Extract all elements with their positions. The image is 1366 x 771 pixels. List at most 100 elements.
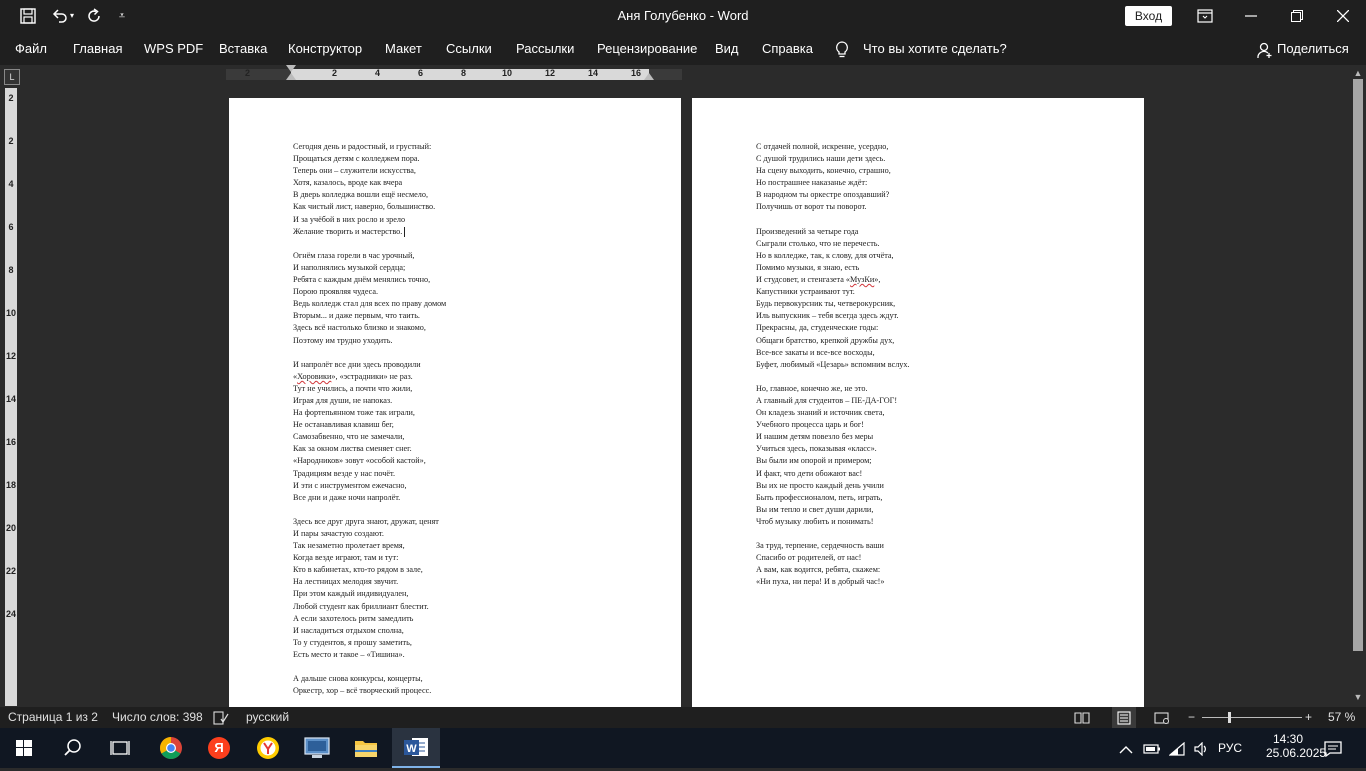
document-line: И наполнялись музыкой сердца; <box>293 262 406 272</box>
document-line: Он кладезь знаний и источник света, <box>756 408 885 418</box>
proofing-icon[interactable] <box>213 707 229 728</box>
yandex-icon[interactable]: Я <box>199 732 239 764</box>
undo-dropdown-icon[interactable]: ▾ <box>66 6 78 26</box>
signin-button[interactable]: Вход <box>1125 6 1172 26</box>
document-line: И напролёт все дни здесь проводили <box>293 359 421 369</box>
document-line: Традициям везде у нас почёт. <box>293 468 396 478</box>
zoom-out-icon[interactable]: − <box>1188 707 1195 728</box>
notifications-icon[interactable] <box>1324 728 1342 768</box>
input-language[interactable]: РУС <box>1218 728 1242 768</box>
right-indent-marker[interactable] <box>644 73 654 80</box>
vertical-ruler[interactable]: 2 2 4 6 8 10 12 14 16 18 20 22 24 <box>5 88 17 706</box>
windows-start-icon[interactable] <box>4 732 44 764</box>
save-icon[interactable] <box>18 6 38 26</box>
document-line: В дверь колледжа вошли ещё несмело, <box>293 190 428 200</box>
document-line: И эти с инструментом ежечасно, <box>293 480 407 490</box>
page-2-text[interactable]: С отдачей полной, искренне, усердно, С ду… <box>756 141 910 588</box>
scrollbar-thumb[interactable] <box>1353 79 1363 651</box>
task-view-icon[interactable] <box>100 732 140 764</box>
ruler-number: 22 <box>5 566 16 576</box>
tab-help[interactable]: Справка <box>762 32 813 65</box>
first-line-indent-marker[interactable] <box>286 65 296 72</box>
zoom-slider[interactable] <box>1202 717 1302 718</box>
document-line: Сыграли столько, что не перечесть. <box>756 238 880 248</box>
chrome-icon[interactable] <box>151 732 191 764</box>
document-line: Помимо музыки, я знаю, есть <box>756 262 860 272</box>
share-icon[interactable] <box>1257 32 1273 65</box>
left-indent-marker[interactable] <box>286 73 296 80</box>
lightbulb-icon[interactable] <box>835 32 849 65</box>
ruler-number: 10 <box>5 308 16 318</box>
search-icon[interactable] <box>52 732 92 764</box>
redo-icon[interactable] <box>84 6 104 26</box>
tab-insert[interactable]: Вставка <box>219 32 267 65</box>
tab-layout[interactable]: Макет <box>385 32 422 65</box>
close-icon[interactable] <box>1320 0 1366 32</box>
spelling-error[interactable]: Хоровики <box>297 372 331 381</box>
document-line: Кто в кабинетах, кто-то рядом в зале, <box>293 565 423 575</box>
file-explorer-icon[interactable] <box>346 732 386 764</box>
ruler-number: 16 <box>5 437 16 447</box>
spelling-error[interactable]: МузКи <box>850 275 874 284</box>
tell-me-search[interactable]: Что вы хотите сделать? <box>863 32 1007 65</box>
yandex-browser-icon[interactable] <box>248 732 288 764</box>
page-1[interactable]: Сегодня день и радостный, и грустный: Про… <box>229 98 681 707</box>
tab-references[interactable]: Ссылки <box>446 32 492 65</box>
tab-wps-pdf[interactable]: WPS PDF <box>144 32 203 65</box>
tab-design[interactable]: Конструктор <box>288 32 362 65</box>
minimize-icon[interactable] <box>1228 0 1274 32</box>
zoom-slider-thumb[interactable] <box>1228 712 1231 723</box>
tab-home[interactable]: Главная <box>73 32 122 65</box>
document-line: Все-все закаты и все-все восходы, <box>756 347 875 357</box>
ruler-number: 6 <box>418 68 424 78</box>
document-line: «Хоровики», «эстрадники» не раз. <box>293 371 413 381</box>
tab-review[interactable]: Рецензирование <box>597 32 697 65</box>
document-line: А главный для студентов – ПЕ-ДА-ГОГ! <box>756 395 898 405</box>
computer-icon[interactable] <box>297 732 337 764</box>
document-line: И нашим детям повезло без меры <box>756 432 874 442</box>
document-line: В народном ты оркестре опоздавший? <box>756 190 890 200</box>
share-button[interactable]: Поделиться <box>1277 32 1349 65</box>
word-count[interactable]: Число слов: 398 <box>112 707 203 728</box>
chevron-down-icon[interactable]: ⩡ <box>112 6 132 26</box>
document-line: Учиться здесь, показывая «класс». <box>756 444 877 454</box>
clock[interactable]: 14:30 25.06.2025 <box>1266 732 1326 760</box>
word-taskbar-button[interactable]: W <box>392 728 440 768</box>
ribbon-display-icon[interactable] <box>1182 0 1228 32</box>
ruler-number: 8 <box>8 265 14 275</box>
tab-view[interactable]: Вид <box>715 32 739 65</box>
show-hidden-icons-icon[interactable] <box>1119 728 1133 768</box>
tab-mailings[interactable]: Рассылки <box>516 32 574 65</box>
web-layout-icon[interactable] <box>1154 707 1170 728</box>
page-1-text[interactable]: Сегодня день и радостный, и грустный: Про… <box>293 141 446 697</box>
document-line: Прощаться детям с колледжем пора. <box>293 154 420 164</box>
zoom-level[interactable]: 57 % <box>1328 707 1355 728</box>
scroll-down-icon[interactable]: ▼ <box>1352 691 1364 703</box>
vertical-scrollbar[interactable]: ▲ ▼ <box>1350 65 1366 707</box>
horizontal-ruler[interactable]: 2 2 4 6 8 10 12 14 16 <box>226 65 682 80</box>
zoom-in-icon[interactable]: + <box>1305 707 1312 728</box>
document-line: Сегодня день и радостный, и грустный: <box>293 142 432 151</box>
scroll-up-icon[interactable]: ▲ <box>1352 67 1364 79</box>
document-canvas[interactable]: Сегодня день и радостный, и грустный: Про… <box>20 87 1350 707</box>
tab-selector-button[interactable]: L <box>4 69 20 85</box>
document-line: То у студентов, я прошу заметить, <box>293 637 412 647</box>
volume-icon[interactable] <box>1193 728 1209 768</box>
page-2[interactable]: С отдачей полной, искренне, усердно, С ду… <box>692 98 1144 707</box>
read-mode-icon[interactable] <box>1074 707 1090 728</box>
print-layout-icon[interactable] <box>1112 707 1136 728</box>
language-indicator[interactable]: русский <box>246 707 289 728</box>
document-line: Любой студент как бриллиант блестит. <box>293 601 429 611</box>
document-line: Буфет, любимый «Цезарь» вспомним вслух. <box>756 359 910 369</box>
document-line: Все дни и даже ночи напролёт. <box>293 492 401 502</box>
battery-icon[interactable] <box>1143 728 1161 768</box>
wifi-icon[interactable] <box>1168 728 1185 768</box>
ruler-number: 24 <box>5 609 16 619</box>
tab-file[interactable]: Файл <box>15 32 47 65</box>
page-indicator[interactable]: Страница 1 из 2 <box>8 707 98 728</box>
restore-icon[interactable] <box>1274 0 1320 32</box>
document-line: За труд, терпение, сердечность ваши <box>756 541 884 551</box>
